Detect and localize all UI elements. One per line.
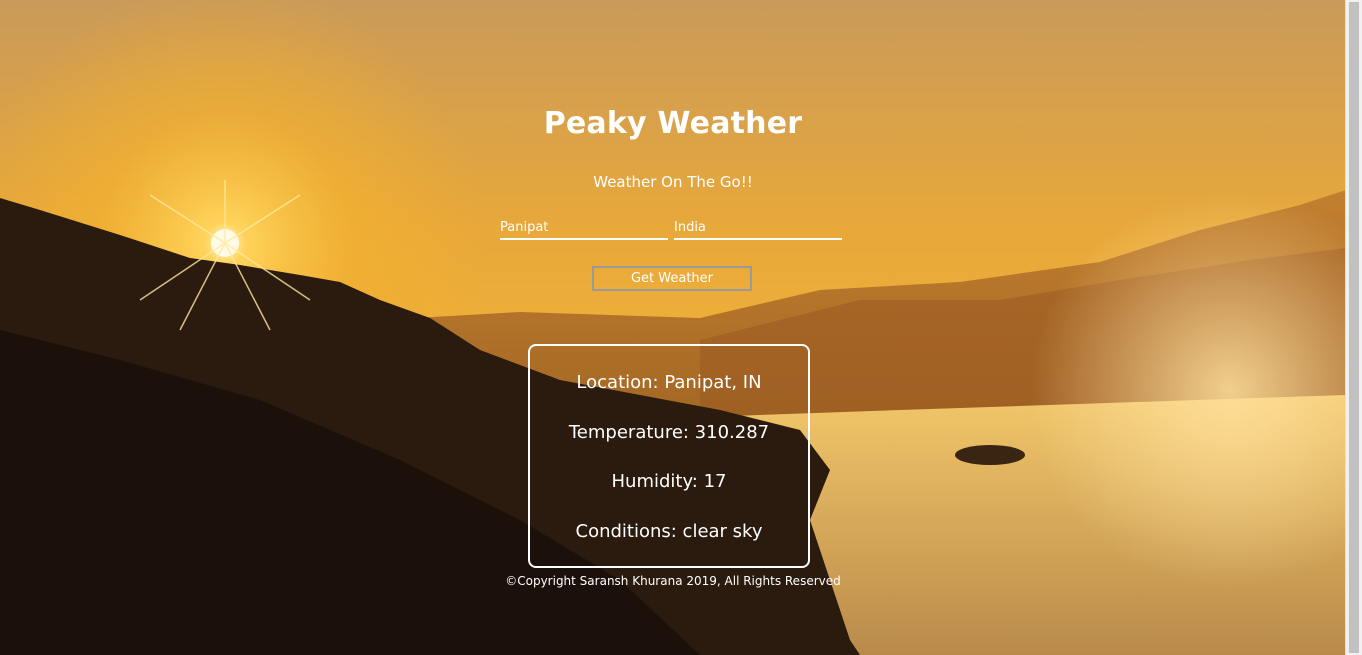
location-text: Location: Panipat, IN (576, 372, 762, 393)
temperature-text: Temperature: 310.287 (568, 422, 770, 443)
country-input[interactable] (674, 216, 842, 240)
copyright-footer: ©Copyright Saransh Khurana 2019, All Rig… (505, 574, 841, 588)
page: Peaky Weather Weather On The Go!! Get We… (0, 0, 1362, 655)
conditions-text: Conditions: clear sky (575, 521, 763, 542)
humidity-text: Humidity: 17 (611, 471, 727, 492)
scrollbar-thumb[interactable] (1349, 2, 1359, 653)
vertical-scrollbar[interactable] (1345, 0, 1362, 655)
city-input[interactable] (500, 216, 668, 240)
weather-result-card: Location: Panipat, IN Temperature: 310.2… (528, 344, 810, 568)
app-title: Peaky Weather (543, 106, 803, 141)
app-tagline: Weather On The Go!! (593, 173, 753, 191)
get-weather-button[interactable]: Get Weather (592, 266, 752, 291)
